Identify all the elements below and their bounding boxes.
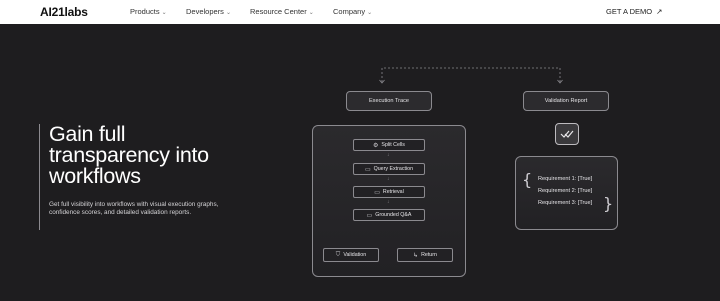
execution-trace-label: Execution Trace [368,98,410,104]
open-brace-icon: { [522,170,533,189]
step-grounded-qa: ▭ Grounded Q&A [353,209,425,221]
step-query-extraction: ▭ Query Extraction [353,163,425,175]
arrow-down-icon: ↓ [387,152,390,158]
shield-icon: ⛉ [335,251,341,258]
database-icon: ▭ [374,189,380,196]
document-icon: ▭ [364,166,371,173]
arrow-down-icon: ↓ [387,176,390,182]
branch-label: Validation [343,252,367,258]
return-icon: ↳ [413,252,419,259]
gear-icon: ⚙ [373,142,379,149]
execution-trace-box: Execution Trace [346,91,432,111]
step-retrieval: ▭ Retrieval [353,186,425,198]
branch-validation: ⛉ Validation [323,248,379,262]
close-brace-icon: } [603,194,614,213]
requirement-3: Requirement 3: [True] [538,200,593,206]
step-split-cells: ⚙ Split Cells [353,139,425,151]
step-label: Retrieval [382,189,404,195]
branch-return: ↳ Return [397,248,453,262]
double-check-icon [555,123,579,145]
validation-report-label: Validation Report [544,98,588,104]
requirement-1: Requirement 1: [True] [538,176,593,182]
chat-icon: ▭ [366,212,373,219]
branch-label: Return [421,252,437,258]
step-label: Split Cells [381,142,405,148]
arrow-down-icon: ↓ [387,199,390,205]
validation-report-box: Validation Report [523,91,609,111]
step-label: Grounded Q&A [375,212,412,218]
step-label: Query Extraction [373,166,414,172]
requirement-2: Requirement 2: [True] [538,188,593,194]
